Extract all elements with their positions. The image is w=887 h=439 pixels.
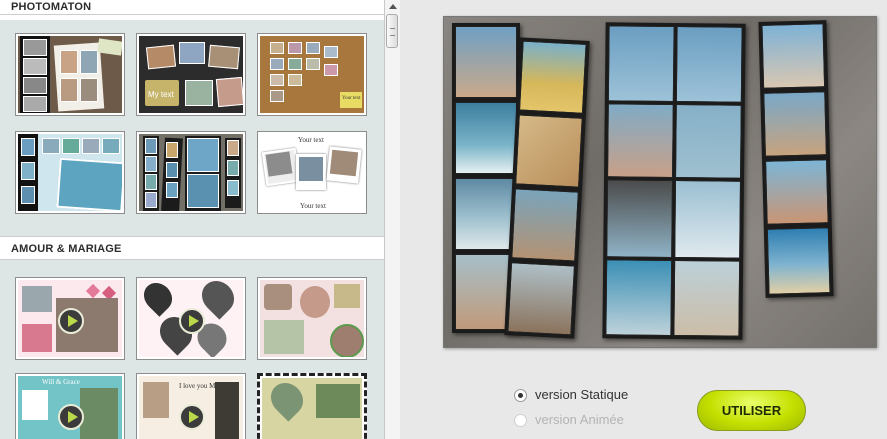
divider bbox=[0, 259, 384, 260]
divider bbox=[0, 14, 384, 15]
photo-strip bbox=[504, 37, 590, 339]
use-button[interactable]: UTILISER bbox=[697, 390, 806, 431]
thumbnail-text: Will & Grace bbox=[42, 378, 80, 386]
template-thumbnail[interactable] bbox=[15, 131, 125, 214]
section-title-amour: AMOUR & MARIAGE bbox=[11, 243, 122, 255]
section-title-photomaton: PHOTOMATON bbox=[11, 1, 92, 13]
photo bbox=[605, 259, 673, 336]
collage-preview bbox=[443, 16, 877, 348]
photo bbox=[455, 102, 517, 174]
play-icon bbox=[58, 308, 84, 334]
play-icon bbox=[58, 404, 84, 430]
photo bbox=[606, 179, 674, 258]
photo bbox=[455, 178, 517, 250]
template-thumbnail[interactable]: Your text Your text bbox=[257, 131, 367, 214]
template-thumbnail[interactable] bbox=[257, 373, 367, 439]
play-icon bbox=[179, 404, 205, 430]
photo bbox=[763, 91, 827, 157]
thumbnail-text: Your text bbox=[300, 202, 326, 210]
template-thumbnail[interactable]: My text bbox=[136, 33, 246, 116]
template-thumbnail[interactable] bbox=[136, 277, 246, 360]
thumbnail-text: My text bbox=[148, 90, 174, 99]
photo bbox=[607, 103, 674, 178]
template-thumbnail[interactable] bbox=[15, 33, 125, 116]
play-icon bbox=[179, 308, 205, 334]
template-thumbnail[interactable] bbox=[136, 131, 246, 214]
photo bbox=[673, 260, 741, 337]
template-thumbnail[interactable]: Your text bbox=[257, 33, 367, 116]
radio-static[interactable] bbox=[514, 389, 527, 402]
thumbnail-text: Your text bbox=[342, 96, 361, 101]
photo-strip bbox=[758, 20, 834, 298]
template-thumbnail[interactable]: Will & Grace bbox=[15, 373, 125, 439]
photo bbox=[455, 26, 517, 98]
photo bbox=[765, 159, 829, 225]
template-panel: PHOTOMATON My text Your text Your text Y… bbox=[0, 0, 384, 439]
scrollbar[interactable] bbox=[384, 0, 400, 439]
photo-strip bbox=[602, 22, 746, 340]
photo bbox=[761, 23, 826, 89]
photo bbox=[519, 40, 587, 114]
scrollbar-thumb[interactable] bbox=[386, 14, 398, 48]
animated-version-label[interactable]: version Animée bbox=[535, 412, 624, 427]
scroll-up-arrow-icon[interactable] bbox=[385, 0, 400, 14]
photo bbox=[766, 227, 831, 295]
radio-animated[interactable] bbox=[514, 414, 527, 427]
thumbnail-text: Your text bbox=[298, 136, 324, 144]
template-thumbnail[interactable]: I love you Mom! bbox=[136, 373, 246, 439]
template-thumbnail[interactable] bbox=[257, 277, 367, 360]
photo bbox=[515, 114, 583, 188]
photo bbox=[511, 188, 579, 262]
photo bbox=[674, 180, 742, 259]
photo bbox=[607, 25, 675, 102]
photo bbox=[675, 104, 742, 179]
template-thumbnail[interactable] bbox=[15, 277, 125, 360]
photo bbox=[507, 262, 575, 336]
static-version-label[interactable]: version Statique bbox=[535, 387, 628, 402]
photo bbox=[675, 26, 743, 103]
